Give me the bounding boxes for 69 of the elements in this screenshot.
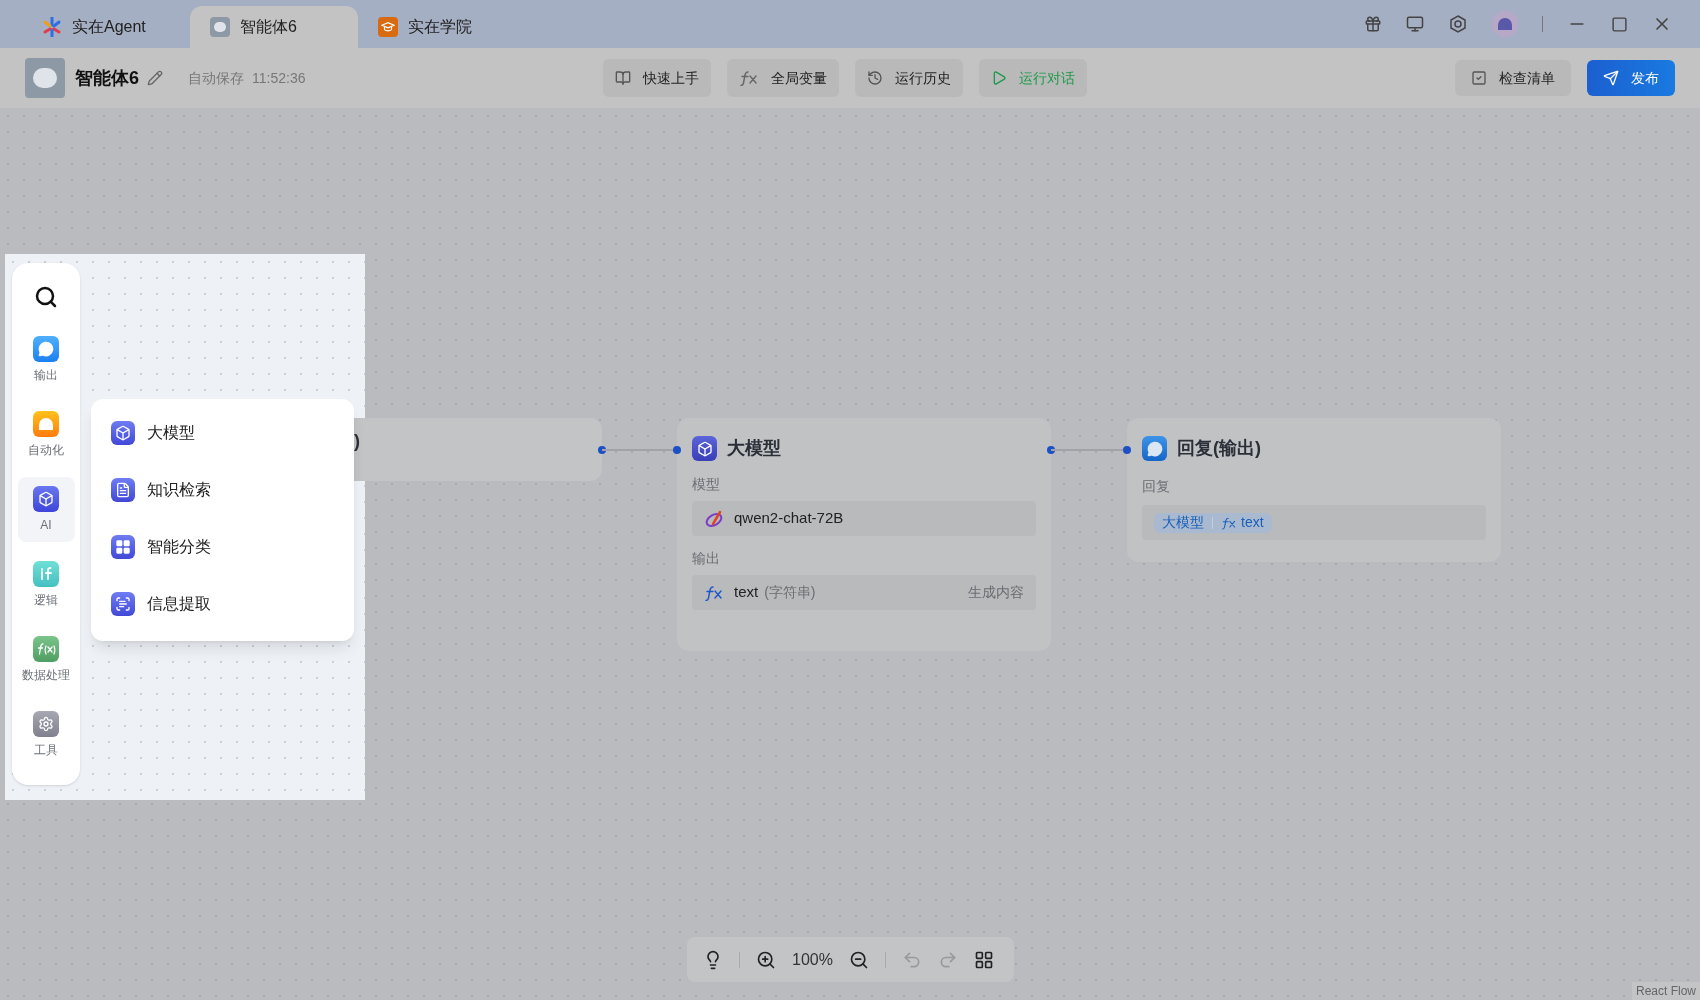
planet-logo-icon bbox=[704, 508, 724, 529]
menu-item[interactable]: 信息提取 bbox=[111, 592, 334, 616]
checklist-button[interactable]: 检查清单 bbox=[1455, 60, 1571, 96]
field-label: 回复 bbox=[1142, 477, 1171, 496]
gift-icon[interactable] bbox=[1364, 15, 1382, 33]
menu-item[interactable]: 智能分类 bbox=[111, 535, 334, 559]
clock-icon bbox=[867, 70, 883, 86]
send-icon bbox=[1603, 70, 1619, 86]
agent-name: 智能体6 bbox=[75, 66, 139, 90]
autosave-time: 11:52:36 bbox=[252, 68, 306, 88]
publish-button[interactable]: 发布 bbox=[1587, 60, 1675, 96]
function-icon bbox=[739, 70, 759, 86]
edit-icon[interactable] bbox=[147, 70, 163, 86]
field-label: 模型 bbox=[692, 475, 721, 494]
search-icon[interactable] bbox=[34, 285, 58, 309]
toolbar-button[interactable]: 全局变量 bbox=[727, 59, 839, 97]
browser-tab[interactable]: 实在学院 bbox=[358, 6, 526, 48]
function-icon bbox=[1221, 515, 1237, 530]
sidebar-item[interactable]: 自动化 bbox=[17, 402, 75, 467]
user-avatar[interactable] bbox=[1492, 11, 1518, 37]
node-title: 大模型 bbox=[727, 437, 781, 460]
browser-tab[interactable]: 智能体6 bbox=[190, 6, 358, 48]
browser-tab[interactable]: 实在Agent bbox=[22, 6, 190, 48]
maximize-icon[interactable] bbox=[1611, 15, 1628, 33]
node-title: 回复(输出) bbox=[1177, 437, 1261, 460]
variable-reference-tag: 大模型 text bbox=[1154, 512, 1272, 533]
chat-bubble-icon bbox=[33, 335, 59, 362]
agent-avatar bbox=[25, 58, 65, 98]
node-title: ) bbox=[354, 430, 360, 453]
if-icon bbox=[33, 560, 59, 587]
model-select[interactable]: qwen2-chat-72B bbox=[692, 501, 1036, 536]
cube-icon bbox=[33, 485, 59, 512]
settings-icon[interactable] bbox=[1448, 14, 1468, 34]
toolbar-button[interactable]: 快速上手 bbox=[603, 59, 711, 97]
monitor-icon[interactable] bbox=[1406, 15, 1424, 33]
scan-icon bbox=[111, 592, 135, 616]
gear-icon bbox=[33, 710, 59, 737]
cube-icon bbox=[111, 421, 135, 445]
sidebar-item[interactable]: 工具 bbox=[17, 702, 75, 767]
zoom-in-icon[interactable] bbox=[756, 949, 776, 970]
play-icon bbox=[991, 70, 1007, 86]
zoom-out-icon[interactable] bbox=[848, 949, 869, 970]
asterisk-logo-icon bbox=[42, 17, 62, 37]
book-icon bbox=[615, 70, 631, 86]
sidebar-item[interactable]: 数据处理 bbox=[17, 627, 75, 692]
chat-bubble-icon bbox=[1142, 436, 1167, 461]
connection-handle[interactable] bbox=[673, 446, 681, 454]
menu-item[interactable]: 知识检索 bbox=[111, 478, 334, 502]
checklist-icon bbox=[1471, 70, 1487, 86]
function-icon bbox=[704, 584, 724, 601]
autosave-label: 自动保存 bbox=[188, 68, 244, 88]
field-label: 输出 bbox=[692, 549, 721, 568]
menu-item[interactable]: 大模型 bbox=[111, 421, 334, 445]
sidebar-item[interactable]: 逻辑 bbox=[17, 552, 75, 617]
function-icon bbox=[33, 635, 59, 662]
connection-handle[interactable] bbox=[1123, 446, 1131, 454]
layout-icon[interactable] bbox=[973, 949, 994, 970]
toolbar-button[interactable]: 运行历史 bbox=[855, 59, 963, 97]
sidebar-item[interactable]: 输出 bbox=[17, 327, 75, 392]
zoom-level: 100% bbox=[792, 949, 833, 970]
cube-icon bbox=[692, 436, 717, 461]
model-name: qwen2-chat-72B bbox=[734, 508, 844, 529]
grid-icon bbox=[111, 535, 135, 559]
document-icon bbox=[111, 478, 135, 502]
variable-description: 生成内容 bbox=[968, 583, 1024, 602]
sidebar-item[interactable]: AI bbox=[17, 477, 75, 542]
graduation-cap-icon bbox=[378, 17, 398, 37]
variable-name: text bbox=[734, 582, 759, 603]
variable-type: (字符串) bbox=[764, 583, 816, 602]
